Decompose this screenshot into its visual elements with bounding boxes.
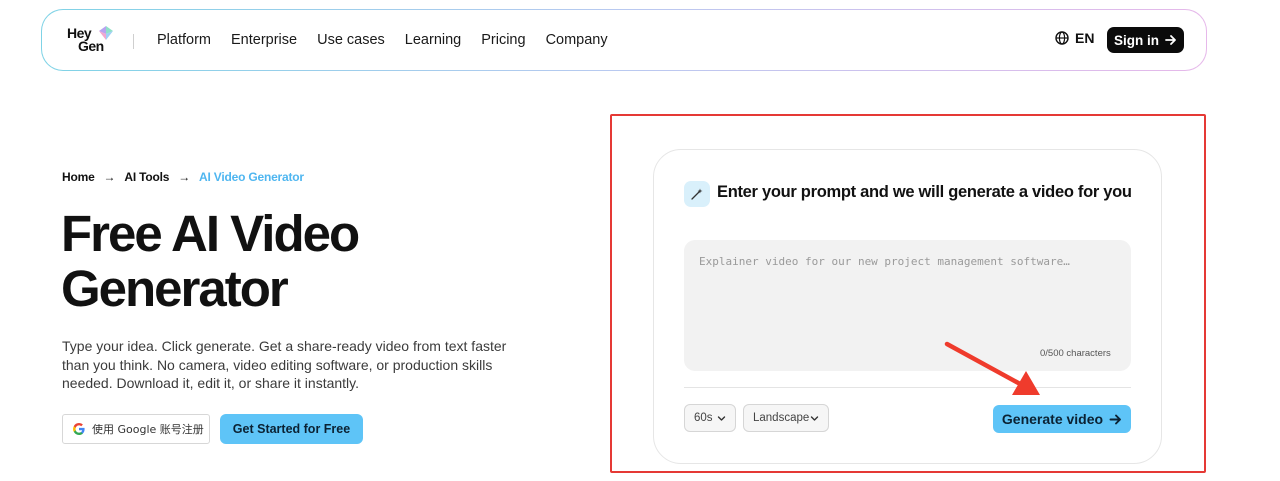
heygen-logo[interactable]: Hey Gen	[67, 24, 117, 56]
google-signup-button[interactable]: 使用 Google 账号注册	[62, 414, 210, 444]
globe-icon	[1055, 31, 1069, 45]
nav-link-enterprise[interactable]: Enterprise	[231, 32, 297, 48]
nav-link-company[interactable]: Company	[546, 32, 608, 48]
breadcrumb-arrow-icon: →	[103, 170, 116, 184]
breadcrumb-arrow-icon: →	[178, 170, 191, 184]
language-label: EN	[1075, 30, 1095, 46]
google-signup-label: 使用 Google 账号注册	[92, 423, 204, 436]
sign-in-button[interactable]: Sign in	[1107, 27, 1184, 53]
nav-link-platform[interactable]: Platform	[157, 32, 211, 48]
google-icon	[73, 422, 85, 435]
highlight-box	[610, 114, 1206, 473]
breadcrumb-current: AI Video Generator	[199, 170, 304, 184]
page-title: Free AI Video Generator	[61, 205, 360, 317]
breadcrumb-home[interactable]: Home	[62, 170, 95, 184]
logo-text-line2: Gen	[78, 38, 104, 54]
breadcrumb-ai-tools[interactable]: AI Tools	[124, 170, 169, 184]
nav-links: Platform Enterprise Use cases Learning P…	[157, 10, 628, 70]
get-started-button[interactable]: Get Started for Free	[220, 414, 363, 444]
nav-link-use-cases[interactable]: Use cases	[317, 32, 385, 48]
sign-in-label: Sign in	[1114, 32, 1159, 48]
language-selector[interactable]: EN	[1055, 30, 1094, 46]
arrow-right-icon	[1165, 35, 1176, 45]
logo-gem-icon	[99, 26, 113, 40]
nav-divider	[133, 34, 134, 49]
get-started-label: Get Started for Free	[232, 422, 351, 436]
annotation-arrow-icon	[944, 341, 1040, 395]
hero-description: Type your idea. Click generate. Get a sh…	[62, 338, 507, 391]
breadcrumb: Home → AI Tools → AI Video Generator	[62, 170, 304, 184]
top-nav: Hey Gen Platform Enterprise Use cases Le…	[41, 9, 1207, 71]
nav-link-pricing[interactable]: Pricing	[481, 32, 525, 48]
nav-link-learning[interactable]: Learning	[405, 32, 461, 48]
